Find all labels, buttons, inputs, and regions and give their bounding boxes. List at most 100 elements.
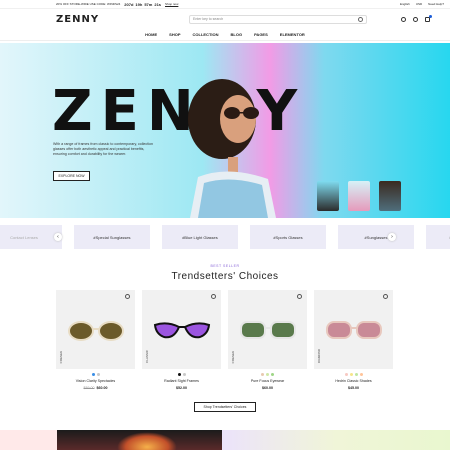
swatch[interactable]	[344, 373, 348, 376]
countdown-hours: 19h	[135, 1, 143, 7]
header-icons	[401, 14, 432, 22]
glasses-icon	[67, 320, 124, 341]
main-nav: HOME SHOP COLLECTION BLOG PAGES ELEMENTO…	[0, 29, 450, 41]
product-card[interactable]: CRESEK Vision Clarity Spectacles $89.00 $…	[56, 290, 135, 390]
swatch[interactable]	[177, 373, 181, 376]
header: ZENNY Enter key to search	[0, 9, 450, 29]
product-image[interactable]: CRESEK	[56, 290, 135, 369]
tags-prev-icon[interactable]: ‹	[54, 233, 62, 241]
product-name[interactable]: Pure Focus Eyewear	[228, 379, 307, 383]
nav-home[interactable]: HOME	[145, 32, 157, 37]
nav-blog[interactable]: BLOG	[231, 32, 243, 37]
user-icon[interactable]	[401, 16, 406, 22]
search-input[interactable]: Enter key to search	[189, 14, 367, 24]
product-card[interactable]: DIAMOND Hedrin Classic Shades $45.00	[314, 290, 393, 390]
countdown: 207d 19h 57m 21s	[124, 2, 161, 7]
section-subtitle: BEST SELLER	[210, 264, 240, 268]
nav-pages[interactable]: PAGES	[254, 32, 268, 37]
announcement-bar: 20% OFF STORE-WIDE USE CODE: WINDS24 207…	[0, 0, 450, 9]
thumbnail-2[interactable]	[348, 181, 370, 211]
tag-item[interactable]: Contact Lenses	[0, 225, 62, 249]
product-image[interactable]: CRESEK	[228, 290, 307, 369]
tag-carousel: Contact Lenses #Special Sunglasses #Blue…	[0, 218, 450, 256]
product-label: CRESEK	[59, 350, 63, 363]
help-link[interactable]: Need Help?	[428, 2, 444, 6]
product-image[interactable]: CLASSIC	[142, 290, 221, 369]
product-old-price: $89.00	[83, 386, 95, 390]
nav-shop[interactable]: SHOP	[169, 32, 180, 37]
tag-item[interactable]: #Contact Lenses	[426, 225, 450, 249]
wishlist-icon[interactable]	[383, 294, 388, 299]
tag-item[interactable]: #Sunglasses	[338, 225, 414, 249]
swatch[interactable]	[261, 373, 264, 376]
tag-item[interactable]: #Special Sunglasses	[74, 225, 150, 249]
wishlist-icon[interactable]	[211, 294, 216, 299]
section-title: Trendsetters' Choices	[171, 271, 279, 282]
swatch[interactable]	[91, 373, 95, 376]
product-price: $45.00	[314, 386, 393, 390]
color-swatches	[314, 373, 393, 376]
swatch[interactable]	[96, 373, 100, 376]
swatch[interactable]	[182, 373, 186, 376]
cart-badge	[429, 14, 432, 18]
search-placeholder: Enter key to search	[193, 17, 224, 21]
swatch[interactable]	[354, 373, 358, 376]
hero-model-image	[188, 79, 276, 218]
announcement-text: 20% OFF STORE-WIDE USE CODE: WINDS24	[56, 2, 121, 6]
color-swatches	[142, 373, 221, 376]
countdown-seconds: 21s	[154, 1, 162, 7]
nav-collection[interactable]: COLLECTION	[193, 32, 219, 37]
page: 20% OFF STORE-WIDE USE CODE: WINDS24 207…	[0, 0, 450, 450]
product-name[interactable]: Radiant Sight Frames	[142, 379, 221, 383]
product-price: $52.00	[142, 386, 221, 390]
color-swatches	[56, 373, 135, 376]
search-icon[interactable]	[358, 16, 363, 22]
language-select[interactable]: English	[400, 2, 410, 6]
best-seller-section: BEST SELLER Trendsetters' Choices	[0, 264, 450, 282]
product-price: $60.00	[228, 386, 307, 390]
thumbnail-1[interactable]	[317, 181, 339, 211]
product-label: DIAMOND	[317, 348, 321, 363]
product-name[interactable]: Hedrin Classic Shades	[314, 379, 393, 383]
banner-panel	[222, 430, 450, 450]
countdown-minutes: 57m	[144, 1, 153, 7]
shop-trendsetters-button[interactable]: Shop Trendsetters' Choices	[194, 402, 256, 412]
cart-icon[interactable]	[425, 14, 432, 22]
countdown-days: 207d	[124, 1, 134, 7]
banner-image	[57, 430, 222, 450]
product-card[interactable]: CRESEK Pure Focus Eyewear $60.00	[228, 290, 307, 390]
product-label: CLASSIC	[145, 350, 149, 363]
color-swatches	[228, 373, 307, 376]
heart-icon[interactable]	[413, 16, 418, 22]
hero-thumbnails	[317, 181, 401, 211]
tag-item[interactable]: #Sports Glasses	[250, 225, 326, 249]
glasses-icon	[153, 321, 210, 338]
nav-elementor[interactable]: ELEMENTOR	[280, 32, 305, 37]
thumbnail-3[interactable]	[379, 181, 401, 211]
logo[interactable]: ZENNY	[56, 14, 136, 25]
explore-now-button[interactable]: EXPLORE NOW	[53, 171, 90, 181]
tags-next-icon[interactable]: ›	[388, 233, 396, 241]
product-card[interactable]: CLASSIC Radiant Sight Frames $52.00	[142, 290, 221, 390]
tag-item[interactable]: #Blue Light Glasses	[162, 225, 238, 249]
currency-select[interactable]: USD	[416, 2, 422, 6]
shop-now-link[interactable]: Shop now	[165, 2, 178, 6]
swatch[interactable]	[349, 373, 353, 376]
hero-banner: ZENNY With a range of frames from classi…	[0, 43, 450, 218]
banner-panel	[0, 430, 57, 450]
wishlist-icon[interactable]	[125, 294, 130, 299]
product-name[interactable]: Vision Clarity Spectacles	[56, 379, 135, 383]
swatch[interactable]	[359, 373, 363, 376]
product-current-price: $52.00	[176, 386, 187, 390]
swatch[interactable]	[271, 373, 274, 376]
product-image[interactable]: DIAMOND	[314, 290, 393, 369]
swatch[interactable]	[266, 373, 269, 376]
product-current-price: $60.00	[96, 386, 108, 390]
product-list: CRESEK Vision Clarity Spectacles $89.00 $…	[56, 290, 450, 390]
wishlist-icon[interactable]	[297, 294, 302, 299]
bottom-banner	[0, 430, 450, 450]
product-current-price: $45.00	[348, 386, 359, 390]
product-label: CRESEK	[231, 350, 235, 363]
product-price: $89.00 $60.00	[56, 386, 135, 390]
glasses-icon	[239, 320, 296, 339]
